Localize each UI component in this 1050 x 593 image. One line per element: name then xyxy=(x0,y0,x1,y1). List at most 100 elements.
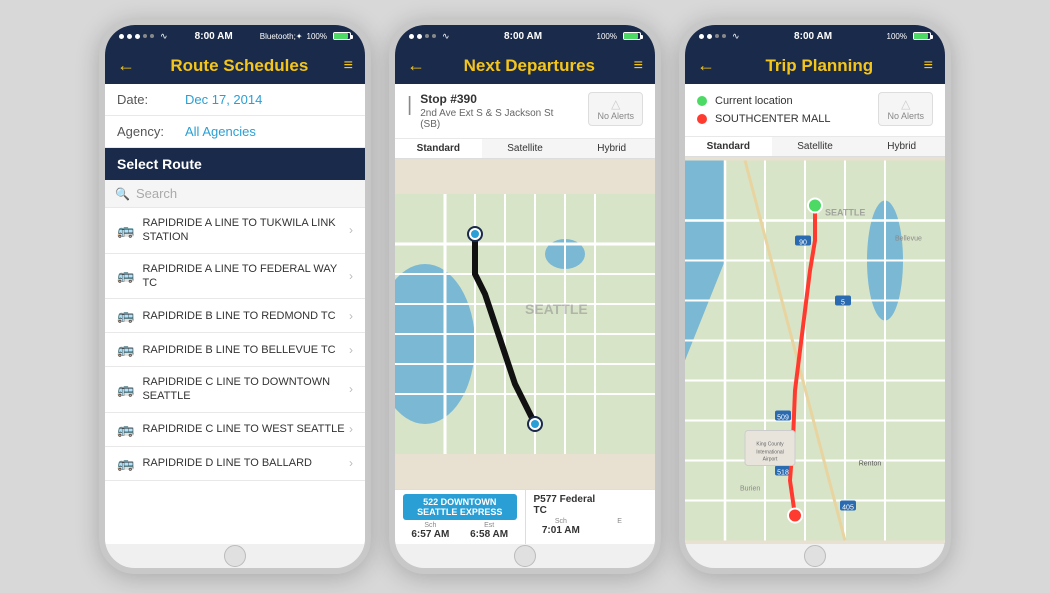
status-time-2: 8:00 AM xyxy=(504,31,542,42)
svg-text:5: 5 xyxy=(841,300,845,307)
tab-hybrid-2[interactable]: Hybrid xyxy=(568,139,655,158)
menu-button-2[interactable]: ≡ xyxy=(634,57,643,75)
wifi-icon-2: ∿ xyxy=(442,31,450,42)
chevron-right-icon: › xyxy=(349,269,353,283)
content-3: Current location SOUTHCENTER MALL △ No A… xyxy=(685,84,945,544)
map-svg-2: SEATTLE xyxy=(395,159,655,489)
dot1 xyxy=(699,34,704,39)
dep-est-label-1: Est xyxy=(462,522,517,529)
stop-number: Stop #390 xyxy=(420,92,553,106)
chevron-right-icon: › xyxy=(349,382,353,396)
no-alerts-text-3: No Alerts xyxy=(887,111,924,121)
back-button-3[interactable]: ← xyxy=(697,55,715,76)
departure-card-1[interactable]: 522 DOWNTOWN SEATTLE EXPRESS Sch 6:57 AM… xyxy=(395,490,526,544)
menu-button-1[interactable]: ≡ xyxy=(344,57,353,75)
route-item[interactable]: 🚌 RAPIDRIDE D LINE TO BALLARD › xyxy=(105,447,365,481)
route-item[interactable]: 🚌 RAPIDRIDE C LINE TO WEST SEATTLE › xyxy=(105,413,365,447)
home-area-3 xyxy=(685,544,945,568)
home-button-2[interactable] xyxy=(514,545,536,567)
battery-percent-1: 100% xyxy=(307,32,327,41)
status-bar-1: ∿ 8:00 AM Bluetooth;✦ 100% xyxy=(105,25,365,47)
page-title-1: Route Schedules xyxy=(135,56,344,76)
bus-icon: 🚌 xyxy=(117,222,134,239)
from-label: Current location xyxy=(715,95,793,107)
map-2: SEATTLE xyxy=(395,159,655,489)
route-item[interactable]: 🚌 RAPIDRIDE B LINE TO REDMOND TC › xyxy=(105,299,365,333)
trip-fields: Current location SOUTHCENTER MALL xyxy=(697,92,878,128)
chevron-right-icon: › xyxy=(349,456,353,470)
status-right-2: 100% xyxy=(597,32,641,41)
dep-est-label-2: E xyxy=(592,518,647,525)
departures-bottom: 522 DOWNTOWN SEATTLE EXPRESS Sch 6:57 AM… xyxy=(395,489,655,544)
battery-icon-1 xyxy=(333,32,351,40)
dep-sch-col-2: Sch 7:01 AM xyxy=(534,518,589,536)
tab-standard-2[interactable]: Standard xyxy=(395,139,482,158)
tab-satellite-2[interactable]: Satellite xyxy=(482,139,569,158)
route-item[interactable]: 🚌 RAPIDRIDE A LINE TO TUKWILA LINK STATI… xyxy=(105,208,365,254)
dot3 xyxy=(135,34,140,39)
route-item[interactable]: 🚌 RAPIDRIDE A LINE TO FEDERAL WAY TC › xyxy=(105,254,365,300)
dep-sch-col-1: Sch 6:57 AM xyxy=(403,522,458,540)
alert-icon-2: △ xyxy=(611,97,620,111)
battery-icon-3 xyxy=(913,32,931,40)
svg-text:Renton: Renton xyxy=(859,461,882,468)
dot3 xyxy=(425,34,429,38)
tab-standard-3[interactable]: Standard xyxy=(685,137,772,156)
home-button-1[interactable] xyxy=(224,545,246,567)
date-value[interactable]: Dec 17, 2014 xyxy=(185,92,262,107)
tab-satellite-3[interactable]: Satellite xyxy=(772,137,859,156)
departure-card-2[interactable]: P577 FederalTC Sch 7:01 AM E xyxy=(526,490,656,544)
back-button-2[interactable]: ← xyxy=(407,55,425,76)
back-button-1[interactable]: ← xyxy=(117,55,135,76)
dep-sch-label-1: Sch xyxy=(403,522,458,529)
search-placeholder: Search xyxy=(136,186,177,201)
search-bar[interactable]: 🔍 Search xyxy=(105,180,365,208)
dep-est-col-1: Est 6:58 AM xyxy=(462,522,517,540)
svg-text:405: 405 xyxy=(842,505,854,512)
dep-sch-val-2: 7:01 AM xyxy=(534,525,589,536)
battery-fill-3 xyxy=(914,33,928,39)
map-svg-3: 90 5 509 518 405 King County Internation… xyxy=(685,157,945,544)
stop-marker-icon: | xyxy=(407,94,412,117)
dot1 xyxy=(119,34,124,39)
status-right-3: 100% xyxy=(887,32,931,41)
app-header-1: ← Route Schedules ≡ xyxy=(105,47,365,84)
bus-icon: 🚌 xyxy=(117,341,134,358)
battery-icon-2 xyxy=(623,32,641,40)
from-field[interactable]: Current location xyxy=(697,92,878,110)
battery-percent-3: 100% xyxy=(887,32,907,41)
status-time-1: 8:00 AM xyxy=(195,31,233,42)
bus-icon: 🚌 xyxy=(117,381,134,398)
dot4 xyxy=(722,34,726,38)
page-title-3: Trip Planning xyxy=(715,56,924,76)
status-time-3: 8:00 AM xyxy=(794,31,832,42)
chevron-right-icon: › xyxy=(349,309,353,323)
route-text: RAPIDRIDE D LINE TO BALLARD xyxy=(142,456,349,470)
menu-button-3[interactable]: ≡ xyxy=(924,57,933,75)
chevron-right-icon: › xyxy=(349,343,353,357)
route-item[interactable]: 🚌 RAPIDRIDE C LINE TO DOWNTOWN SEATTLE › xyxy=(105,367,365,413)
phones-container: ∿ 8:00 AM Bluetooth;✦ 100% ← Route Sched… xyxy=(89,0,961,593)
dep-sch-label-2: Sch xyxy=(534,518,589,525)
home-area-2 xyxy=(395,544,655,568)
route-item[interactable]: 🚌 RAPIDRIDE B LINE TO BELLEVUE TC › xyxy=(105,333,365,367)
status-bar-2: ∿ 8:00 AM 100% xyxy=(395,25,655,47)
route-text: RAPIDRIDE B LINE TO REDMOND TC xyxy=(142,309,349,323)
battery-fill-2 xyxy=(624,33,638,39)
tab-hybrid-3[interactable]: Hybrid xyxy=(858,137,945,156)
to-label: SOUTHCENTER MALL xyxy=(715,113,831,125)
home-button-3[interactable] xyxy=(804,545,826,567)
agency-value[interactable]: All Agencies xyxy=(185,124,256,139)
trip-inputs: Current location SOUTHCENTER MALL △ No A… xyxy=(685,84,945,137)
departure-times-2: Sch 7:01 AM E xyxy=(534,518,648,536)
select-route-header: Select Route xyxy=(105,148,365,180)
svg-text:International: International xyxy=(756,450,784,456)
page-title-2: Next Departures xyxy=(425,56,634,76)
map-tabs-2: Standard Satellite Hybrid xyxy=(395,139,655,159)
battery-fill-1 xyxy=(334,33,348,39)
to-field[interactable]: SOUTHCENTER MALL xyxy=(697,110,878,128)
date-label: Date: xyxy=(117,92,177,107)
bus-icon: 🚌 xyxy=(117,421,134,438)
phone-trip-planning: ∿ 8:00 AM 100% ← Trip Planning ≡ Current… xyxy=(679,19,951,574)
stop-address: 2nd Ave Ext S & S Jackson St (SB) xyxy=(420,108,553,130)
